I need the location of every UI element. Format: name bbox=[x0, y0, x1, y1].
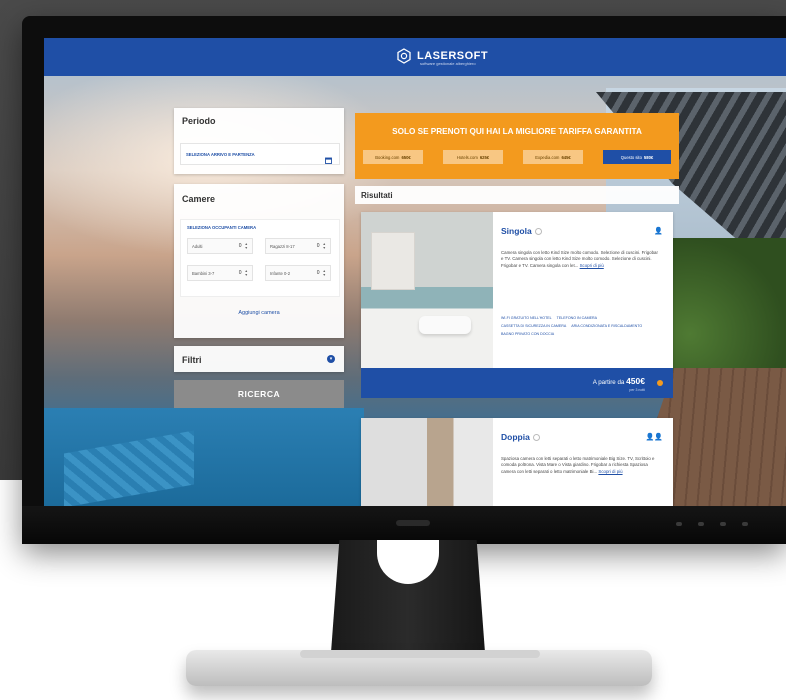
teens-label: Ragazzi 8-17 bbox=[270, 243, 295, 249]
banner-title: SOLO SE PRENOTI QUI HAI LA MIGLIORE TARI… bbox=[392, 127, 642, 136]
select-room-icon[interactable] bbox=[657, 380, 663, 386]
adults-label: Adulti bbox=[192, 243, 203, 249]
room-name[interactable]: Singola bbox=[501, 226, 542, 236]
persons-icon: 👤👤 bbox=[645, 434, 663, 441]
children-stepper[interactable]: Bambini 3-7 0 ▲ ▼ bbox=[187, 265, 253, 281]
date-range-placeholder: SELEZIONA ARRIVO E PARTENZA bbox=[186, 151, 255, 157]
calendar-icon bbox=[325, 151, 332, 164]
price-label: A partire da bbox=[592, 379, 625, 386]
price-compare-booking: Booking.com 650€ bbox=[363, 150, 423, 164]
amenity-aircon: ARIA CONDIZIONATA E RISCALDAMENTO bbox=[571, 324, 643, 328]
periodo-title: Periodo bbox=[182, 116, 216, 126]
info-icon[interactable] bbox=[532, 434, 540, 442]
amenity-bath: BAGNO PRIVATO CON DOCCIA bbox=[501, 332, 555, 336]
stepper-arrows-icon[interactable]: ▲ ▼ bbox=[323, 242, 326, 250]
periodo-card: Periodo SELEZIONA ARRIVO E PARTENZA bbox=[174, 108, 344, 174]
top-bar: LASERSOFT software gestionale alberghier… bbox=[44, 38, 786, 76]
more-link[interactable]: Scopri di più bbox=[598, 469, 622, 474]
adults-stepper[interactable]: Adulti 0 ▲ ▼ bbox=[187, 238, 253, 254]
compare-price: 580€ bbox=[643, 154, 654, 160]
info-icon[interactable] bbox=[534, 228, 542, 236]
stepper-arrows-icon[interactable]: ▲ ▼ bbox=[245, 269, 248, 277]
screen: LASERSOFT software gestionale alberghier… bbox=[44, 38, 786, 510]
more-link[interactable]: Scopri di più bbox=[580, 263, 604, 268]
stepper-arrows-icon[interactable]: ▲ ▼ bbox=[323, 269, 326, 277]
amenity-safe: CASSETTA DI SICUREZZA IN CAMERA bbox=[501, 324, 567, 328]
room-occupants-box: SELEZIONA OCCUPANTI CAMERA Adulti 0 ▲ ▼ R… bbox=[180, 219, 340, 297]
room-description: Camera singola con letto Kind Size molto… bbox=[501, 250, 658, 268]
camere-card: Camere SELEZIONA OCCUPANTI CAMERA Adulti… bbox=[174, 184, 344, 338]
room-result-card[interactable]: Doppia 👤👤 Spaziosa camera con letti sepa… bbox=[361, 418, 673, 510]
occupants-title: SELEZIONA OCCUPANTI CAMERA bbox=[187, 225, 257, 230]
monitor-buttons bbox=[676, 522, 748, 526]
compare-site: Hotels.com bbox=[456, 154, 478, 160]
children-value: 0 bbox=[238, 270, 242, 276]
stepper-arrows-icon[interactable]: ▲ ▼ bbox=[245, 242, 248, 250]
add-room-link[interactable]: Aggiungi camera bbox=[174, 310, 344, 316]
filtri-card[interactable]: Filtri ▾ bbox=[174, 346, 344, 372]
price-value: 450€ bbox=[626, 376, 645, 386]
brand-logo-icon bbox=[396, 48, 412, 64]
search-button[interactable]: RICERCA bbox=[174, 380, 344, 408]
room-name[interactable]: Doppia bbox=[501, 432, 540, 442]
amenities-row: BAGNO PRIVATO CON DOCCIA bbox=[501, 332, 554, 336]
amenities-row: CASSETTA DI SICUREZZA IN CAMERA ARIA CON… bbox=[501, 324, 642, 328]
camere-title: Camere bbox=[182, 194, 216, 204]
date-range-field[interactable]: SELEZIONA ARRIVO E PARTENZA bbox=[180, 143, 340, 165]
price-text: A partire da 450€ bbox=[593, 376, 645, 386]
infants-label: Infante 0-2 bbox=[270, 270, 291, 276]
room-photo[interactable] bbox=[361, 212, 493, 368]
person-icon: 👤 bbox=[654, 228, 663, 235]
amenity-phone: TELEFONO IN CAMERA bbox=[556, 316, 598, 320]
compare-price: 650€ bbox=[401, 154, 411, 160]
price-note: per 3 notti bbox=[629, 388, 645, 392]
chevron-down-icon[interactable]: ▾ bbox=[327, 355, 335, 363]
infants-stepper[interactable]: Infante 0-2 0 ▲ ▼ bbox=[265, 265, 331, 281]
brand-logo[interactable]: LASERSOFT software gestionale alberghier… bbox=[396, 48, 488, 66]
compare-site: Questo sito bbox=[620, 154, 642, 160]
price-bar[interactable]: A partire da 450€ per 3 notti bbox=[361, 368, 673, 398]
compare-price: 625€ bbox=[479, 154, 490, 160]
infants-value: 0 bbox=[316, 270, 320, 276]
stand-base-top bbox=[300, 650, 540, 658]
amenity-wifi: WI-FI GRATUITO NELL'HOTEL bbox=[501, 316, 552, 320]
brand-tagline: software gestionale alberghiero bbox=[420, 61, 476, 66]
compare-site: Expedia.com bbox=[535, 154, 560, 160]
room-description: Spaziosa camera con letti separati o let… bbox=[501, 456, 655, 474]
price-compare-expedia: Expedia.com 645€ bbox=[523, 150, 583, 164]
room-photo[interactable] bbox=[361, 418, 493, 510]
compare-site: Booking.com bbox=[375, 154, 400, 160]
adults-value: 0 bbox=[238, 243, 242, 249]
room-result-card[interactable]: Singola 👤 Camera singola con letto Kind … bbox=[361, 212, 673, 398]
monitor-logo bbox=[396, 520, 430, 526]
teens-value: 0 bbox=[316, 243, 320, 249]
best-rate-banner: SOLO SE PRENOTI QUI HAI LA MIGLIORE TARI… bbox=[355, 113, 679, 179]
results-title: Risultati bbox=[361, 191, 393, 200]
teens-stepper[interactable]: Ragazzi 8-17 0 ▲ ▼ bbox=[265, 238, 331, 254]
price-compare-this-site: Questo sito 580€ bbox=[603, 150, 671, 164]
results-header: Risultati bbox=[355, 186, 679, 204]
amenities-row: WI-FI GRATUITO NELL'HOTEL TELEFONO IN CA… bbox=[501, 316, 597, 320]
filtri-title: Filtri bbox=[182, 355, 202, 365]
price-compare-hotels: Hotels.com 625€ bbox=[443, 150, 503, 164]
compare-price: 645€ bbox=[561, 154, 571, 160]
children-label: Bambini 3-7 bbox=[192, 270, 215, 276]
